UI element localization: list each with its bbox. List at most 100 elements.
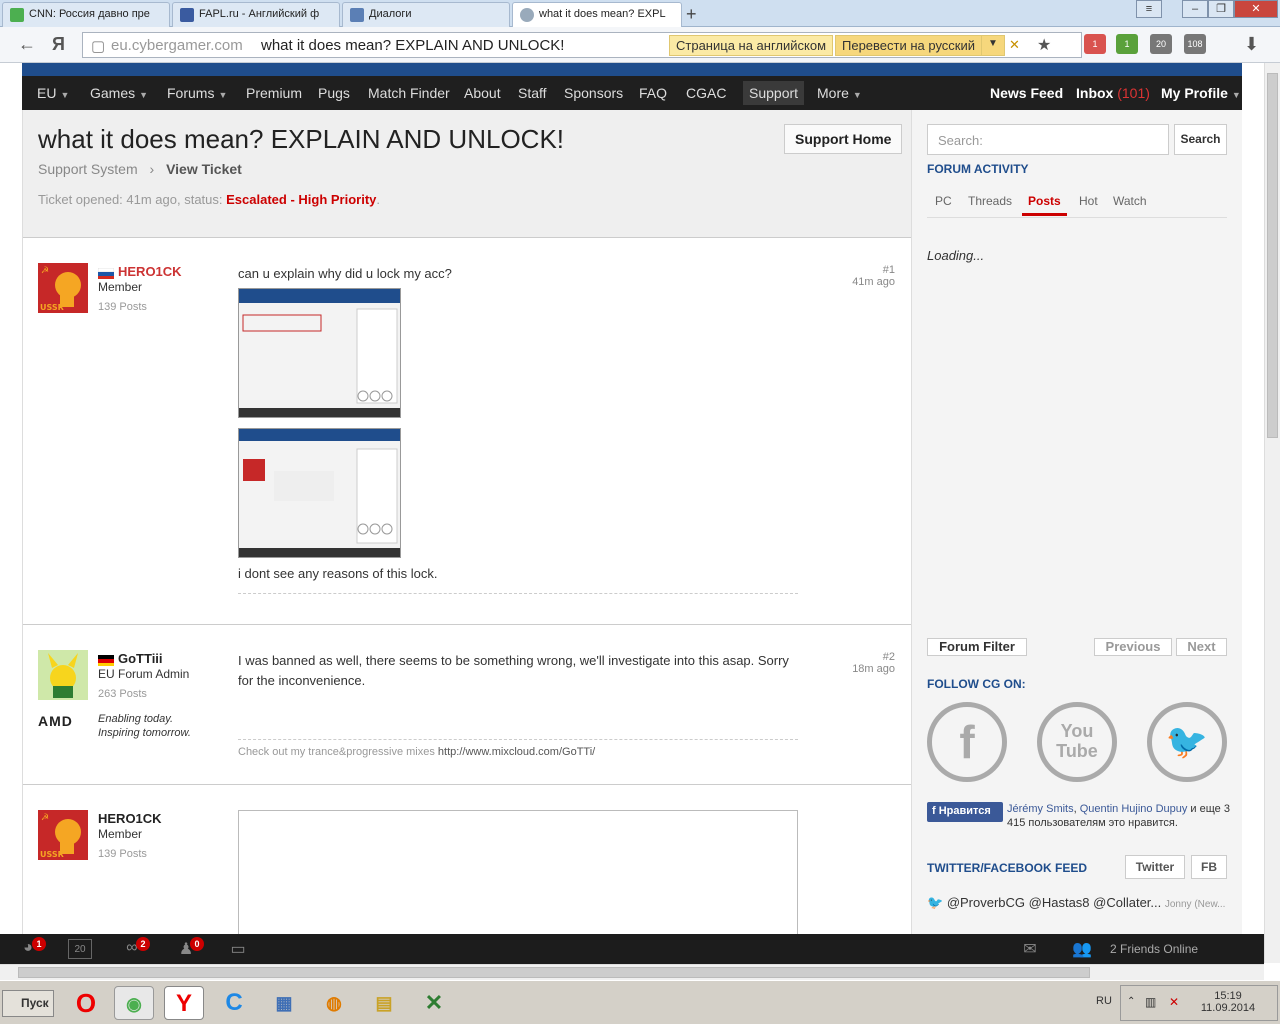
tray-expand-icon[interactable]: ⌃ <box>1127 996 1135 1007</box>
translate-close-icon[interactable]: ✕ <box>1003 35 1026 56</box>
nav-games[interactable]: Games ▼ <box>90 85 148 101</box>
post-number[interactable]: #1 41m ago <box>852 264 895 288</box>
nav-news-feed[interactable]: News Feed <box>990 85 1063 101</box>
search-input[interactable]: Search: <box>927 124 1169 155</box>
youtube-icon[interactable]: You Tube <box>1037 702 1117 782</box>
extension-icon[interactable]: 20 <box>1150 34 1172 54</box>
nav-faq[interactable]: FAQ <box>639 85 667 101</box>
nav-about[interactable]: About <box>464 85 501 101</box>
search-button[interactable]: Search <box>1174 124 1227 155</box>
post-count: 263 Posts <box>98 688 147 700</box>
xbox-icon[interactable]: ✕ <box>414 986 454 1020</box>
nav-support[interactable]: Support <box>743 81 805 105</box>
next-button[interactable]: Next <box>1176 638 1227 656</box>
translate-button[interactable]: Перевести на русский <box>835 35 983 56</box>
menu-button[interactable]: ≡ <box>1136 0 1162 18</box>
post-username[interactable]: HERO1CK <box>118 264 182 279</box>
calendar-icon[interactable]: 20 <box>68 939 92 959</box>
language-indicator[interactable]: RU <box>1096 995 1112 1007</box>
steam-icon[interactable]: C <box>214 986 254 1020</box>
nav-inbox[interactable]: Inbox (101) <box>1076 85 1150 101</box>
previous-button[interactable]: Previous <box>1094 638 1172 656</box>
network-tray-icon[interactable]: ▥ <box>1145 995 1156 1009</box>
new-tab-button[interactable]: + <box>686 4 697 25</box>
tab-current[interactable]: what it does mean? EXPL <box>512 2 682 27</box>
yandex-icon[interactable]: Я <box>52 34 65 55</box>
close-window-button[interactable]: ✕ <box>1234 0 1278 18</box>
binoculars-icon[interactable]: ∞ 2 <box>120 937 150 959</box>
breadcrumb-root[interactable]: Support System <box>38 161 138 177</box>
volume-tray-icon[interactable]: ✕ <box>1169 995 1179 1009</box>
maximize-button[interactable]: ❐ <box>1208 0 1234 18</box>
tab-watch[interactable]: Watch <box>1113 194 1147 208</box>
vertical-scrollbar[interactable] <box>1264 63 1280 963</box>
nav-sponsors[interactable]: Sponsors <box>564 85 623 101</box>
nav-premium[interactable]: Premium <box>246 85 302 101</box>
tab-pc[interactable]: PC <box>935 194 952 208</box>
nav-pugs[interactable]: Pugs <box>318 85 350 101</box>
nav-staff[interactable]: Staff <box>518 85 547 101</box>
translate-dropdown[interactable]: ▼ <box>981 35 1005 56</box>
fb-feed-button[interactable]: FB <box>1191 855 1227 879</box>
globe-icon[interactable]: ◕ 1 <box>16 937 46 959</box>
tab-threads[interactable]: Threads <box>968 194 1012 208</box>
yandex-browser-icon[interactable]: Y <box>164 986 204 1020</box>
nav-more[interactable]: More ▼ <box>817 85 862 101</box>
status-badge: Escalated - High Priority <box>226 192 377 207</box>
signature-link[interactable]: http://www.mixcloud.com/GoTTi/ <box>438 746 595 758</box>
avatar[interactable] <box>38 650 88 700</box>
friends-icon[interactable]: 👥 <box>1070 939 1094 959</box>
adblock-icon[interactable]: 1 <box>1084 34 1106 54</box>
mail-icon[interactable]: 108 <box>1184 34 1206 54</box>
folder-icon[interactable]: ▤ <box>364 986 404 1020</box>
download-icon[interactable]: ⬇ <box>1244 34 1259 55</box>
tab-hot[interactable]: Hot <box>1079 194 1098 208</box>
forum-filter-button[interactable]: Forum Filter <box>927 638 1027 656</box>
tab-dialogs[interactable]: Диалоги <box>342 2 510 27</box>
nav-cgac[interactable]: CGAC <box>686 85 726 101</box>
start-button[interactable]: Пуск <box>2 990 54 1017</box>
nav-eu[interactable]: EU ▼ <box>37 85 69 101</box>
clock[interactable]: 15:19 11.09.2014 <box>1198 990 1258 1014</box>
post-number[interactable]: #2 18m ago <box>852 651 895 675</box>
network-icon[interactable]: ▦ <box>264 986 304 1020</box>
nav-forums[interactable]: Forums ▼ <box>167 85 227 101</box>
attached-screenshot[interactable] <box>238 288 401 418</box>
scroll-thumb[interactable] <box>1267 73 1278 438</box>
back-icon[interactable]: ← <box>18 34 36 55</box>
nav-match-finder[interactable]: Match Finder <box>368 85 450 101</box>
inbox-count: (101) <box>1117 85 1150 101</box>
scroll-thumb[interactable] <box>18 967 1090 978</box>
russia-flag-icon <box>98 268 114 279</box>
opera-icon[interactable]: O <box>66 986 106 1020</box>
tv-icon[interactable]: ▭ <box>226 939 250 959</box>
post-username[interactable]: HERO1CK <box>98 811 162 826</box>
burner-icon[interactable]: ◍ <box>314 986 354 1020</box>
support-home-button[interactable]: Support Home <box>784 124 903 154</box>
tab-posts[interactable]: Posts <box>1022 194 1067 216</box>
minimize-button[interactable]: – <box>1182 0 1208 18</box>
twitter-feed-button[interactable]: Twitter <box>1125 855 1185 879</box>
horizontal-scrollbar[interactable] <box>0 964 1264 980</box>
facebook-like-button[interactable]: f Нравится <box>927 802 1003 822</box>
friends-online[interactable]: 2 Friends Online <box>1110 942 1198 956</box>
attached-screenshot[interactable] <box>238 428 401 558</box>
avatar[interactable]: ☭ USSR <box>38 263 88 313</box>
tweet-item[interactable]: 🐦 @ProverbCG @Hastas8 @Collater... Jonny… <box>927 895 1225 911</box>
reply-editor[interactable] <box>238 810 798 934</box>
tab-fapl[interactable]: FAPL.ru - Английский ф <box>172 2 340 27</box>
fapl-icon <box>180 8 194 22</box>
messages-icon[interactable]: ✉ <box>1018 939 1042 959</box>
nav-my-profile[interactable]: My Profile ▼ <box>1161 85 1241 101</box>
post-username[interactable]: GoTTiii <box>118 651 163 666</box>
facebook-icon[interactable]: f <box>927 702 1007 782</box>
twitter-icon[interactable]: 🐦 <box>1147 702 1227 782</box>
bookmark-star-icon[interactable]: ★ <box>1031 33 1057 54</box>
avatar[interactable]: ☭ USSR <box>38 810 88 860</box>
tab-cnn[interactable]: CNN: Россия давно пре <box>2 2 170 27</box>
url-bar[interactable]: ▢ eu.cybergamer.com what it does mean? E… <box>82 32 1082 58</box>
user-icon[interactable]: ♟ 0 <box>174 937 204 959</box>
chrome-icon[interactable]: ◉ <box>114 986 154 1020</box>
shield-icon[interactable]: 1 <box>1116 34 1138 54</box>
post-user-role: EU Forum Admin <box>98 667 190 681</box>
